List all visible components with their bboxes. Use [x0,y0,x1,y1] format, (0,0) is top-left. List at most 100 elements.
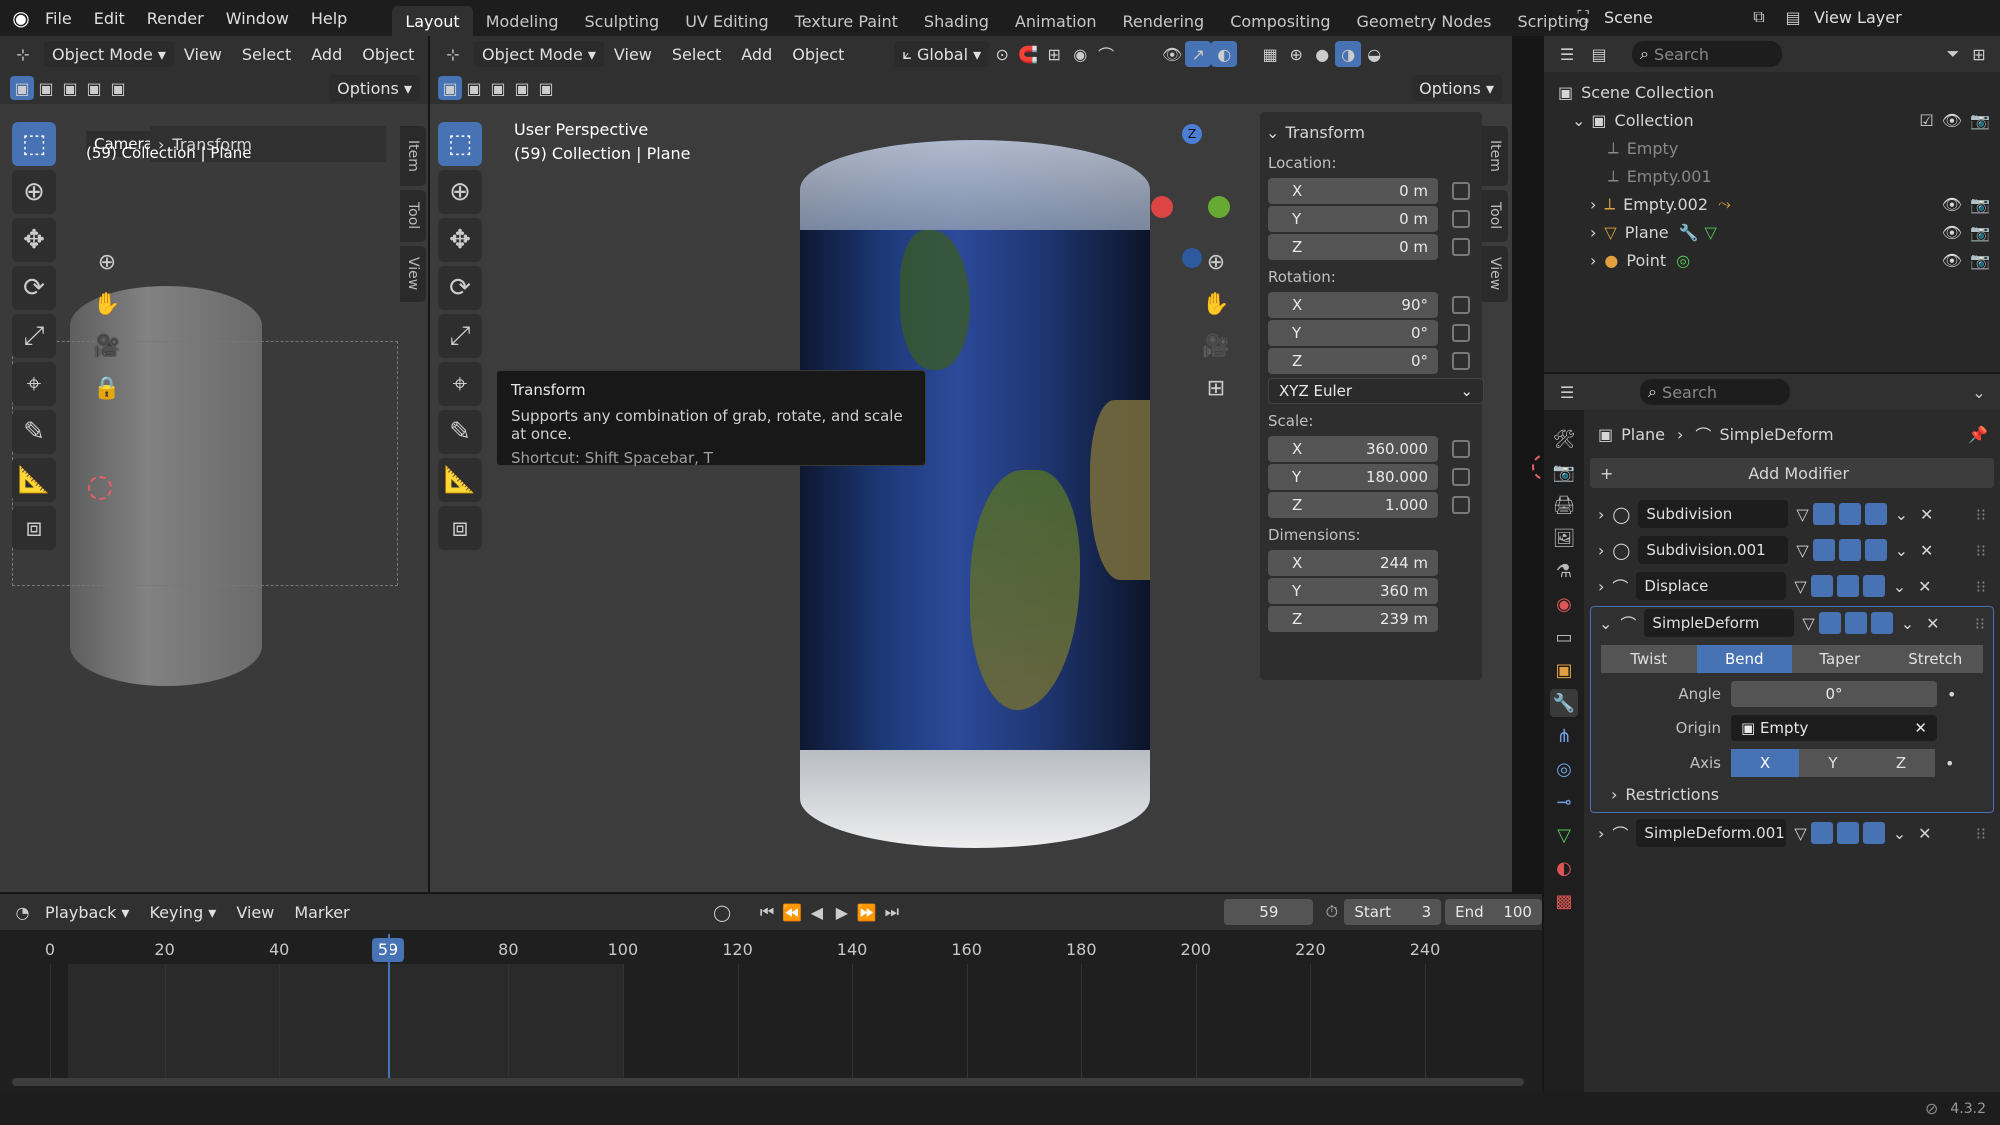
material-shading-icon[interactable]: ◑ [1335,41,1362,67]
modifier-row[interactable]: ⌄ ⌒ SimpleDeform ▽ ⌄ ✕ ⁝⁝ [1591,607,1993,639]
tab-layout[interactable]: Layout [392,6,473,36]
rotation-x-field[interactable]: X 90° [1268,292,1438,318]
tab-uv-editing[interactable]: UV Editing [672,6,781,36]
scene-icon[interactable]: ⛶ [1570,4,1596,30]
select-new-icon[interactable]: ▣ [10,76,34,100]
transform-tool-icon[interactable]: ⌖ [438,362,482,406]
main-tab-view[interactable]: View [1482,246,1508,302]
location-y-field[interactable]: Y 0 m [1268,206,1438,232]
cursor-tool-icon[interactable]: ⊕ [12,170,56,214]
main-mode-dropdown[interactable]: Object Mode ▾ [474,41,604,67]
properties-search-input[interactable]: ⌕ Search [1640,379,1790,405]
material-tab-icon[interactable]: ◐ [1550,854,1578,882]
lock-icon[interactable] [1452,324,1470,342]
lock-icon[interactable] [1452,352,1470,370]
playback-menu[interactable]: Playback ▾ [35,903,140,922]
select-extend-icon[interactable]: ▣ [462,76,486,100]
modifier-tab-icon[interactable]: 🔧 [1550,689,1578,717]
object-tab-icon[interactable]: ▣ [1550,656,1578,684]
pin-icon[interactable]: 📌 [1968,425,1988,444]
outliner-item-empty-001[interactable]: ⟂ Empty.001 [1558,162,2000,190]
pan-hand-icon[interactable]: ✋ [1202,283,1229,325]
render-icon[interactable]: 📷 [1970,251,1990,270]
chevron-down-icon[interactable]: ⌄ [1599,614,1612,633]
snap-target-icon[interactable]: ⊞ [1041,41,1067,67]
visibility-icon[interactable]: 👁 [1159,41,1185,67]
marker-menu[interactable]: Marker [284,903,359,922]
axis-z-button[interactable]: Z [1867,749,1935,777]
cage-icon[interactable] [1812,503,1835,525]
xray-toggle-icon[interactable]: ▦ [1257,41,1283,67]
orientation-dropdown[interactable]: ⟀ Global ▾ [894,41,990,67]
wireframe-shading-icon[interactable]: ⊕ [1283,41,1309,67]
cage-icon[interactable] [1818,612,1841,634]
earth-cylinder-object[interactable] [800,140,1150,848]
outliner-item-point[interactable]: › ● Point ◎ 👁 📷 [1558,246,2000,274]
editor-type-icon[interactable]: ⊹ [440,41,466,67]
modifier-name-field[interactable]: Subdivision.001 [1638,536,1789,564]
eye-icon[interactable]: 👁 [1942,251,1962,270]
lock-icon[interactable] [1452,468,1470,486]
chevron-down-icon[interactable]: ⌄ [1966,379,1992,405]
rotation-mode-dropdown[interactable]: XYZ Euler ⌄ [1268,378,1484,404]
deform-mode-twist[interactable]: Twist [1601,645,1697,673]
lock-icon[interactable] [1452,496,1470,514]
main-options-button[interactable]: Options ▾ [1411,75,1502,101]
menu-render[interactable]: Render [136,0,215,36]
modifier-row[interactable]: › ⌒ SimpleDeform.001 ▽ ⌄ ✕ ⁝⁝ [1590,817,1994,849]
camera-view-icon[interactable]: 🎥 [93,325,120,367]
annotate-tool-icon[interactable]: ✎ [438,410,482,454]
collection-tab-icon[interactable]: ▭ [1550,623,1578,651]
location-x-field[interactable]: X 0 m [1268,178,1438,204]
gizmo-neg-z-axis[interactable] [1182,248,1202,268]
timeline-view-menu[interactable]: View [226,903,284,922]
select-new-icon[interactable]: ▣ [438,76,462,100]
jump-start-icon[interactable]: ⏮ [755,899,780,925]
left-menu-view[interactable]: View [174,45,232,64]
edit-mode-icon[interactable]: ▽ [1796,541,1808,560]
drag-handle-icon[interactable]: ⁝⁝ [1976,541,1986,560]
modifier-name-field[interactable]: Subdivision [1638,500,1789,528]
solid-shading-icon[interactable]: ● [1309,41,1335,67]
lock-icon[interactable] [1452,182,1470,200]
select-intersect-icon[interactable]: ▣ [534,76,558,100]
cage-icon[interactable] [1810,822,1833,844]
select-subtract-icon[interactable]: ▣ [58,76,82,100]
left-tab-view[interactable]: View [400,246,426,302]
cursor-tool-icon[interactable]: ⊕ [438,170,482,214]
edit-mode-icon[interactable]: ▽ [1794,577,1806,596]
chevron-right-icon[interactable]: › [1598,824,1604,843]
outliner-item-empty-002[interactable]: › ⟂ Empty.002 ⤳ 👁 📷 [1558,190,2000,218]
close-icon[interactable]: ✕ [1920,541,1933,560]
menu-window[interactable]: Window [215,0,300,36]
display-mode-icon[interactable]: ▤ [1586,41,1612,67]
chevron-down-icon[interactable]: ⌄ [1901,614,1914,633]
modifier-name-field[interactable]: SimpleDeform [1644,609,1795,637]
render-icon[interactable]: 📷 [1970,223,1990,242]
rotation-y-field[interactable]: Y 0° [1268,320,1438,346]
render-display-icon[interactable] [1862,575,1885,597]
physics-tab-icon[interactable]: ◎ [1550,755,1578,783]
close-icon[interactable]: ✕ [1926,614,1939,633]
current-frame-field[interactable]: 59 [1224,899,1314,925]
viewport-display-icon[interactable] [1836,575,1859,597]
chevron-right-icon[interactable]: › [1598,541,1604,560]
lock-icon[interactable] [1452,238,1470,256]
play-reverse-icon[interactable]: ◀ [804,899,829,925]
left-menu-object[interactable]: Object [352,45,424,64]
tab-geometry-nodes[interactable]: Geometry Nodes [1344,6,1505,36]
tab-texture-paint[interactable]: Texture Paint [782,6,911,36]
tab-modeling[interactable]: Modeling [473,6,572,36]
viewport-display-icon[interactable] [1838,503,1861,525]
eye-icon[interactable]: 👁 [1942,195,1962,214]
checkbox-icon[interactable]: ☑ [1919,111,1933,130]
render-display-icon[interactable] [1870,612,1893,634]
chevron-down-icon[interactable]: ⌄ [1895,541,1908,560]
rotate-tool-icon[interactable]: ⟳ [438,266,482,310]
play-icon[interactable]: ▶ [829,899,854,925]
chevron-down-icon[interactable]: ⌄ [1893,824,1906,843]
scale-tool-icon[interactable]: ⤢ [438,314,482,358]
perspective-grid-icon[interactable]: ⊞ [1203,367,1229,409]
main-tab-tool[interactable]: Tool [1482,190,1508,242]
dimensions-y-field[interactable]: Y 360 m [1268,578,1438,604]
